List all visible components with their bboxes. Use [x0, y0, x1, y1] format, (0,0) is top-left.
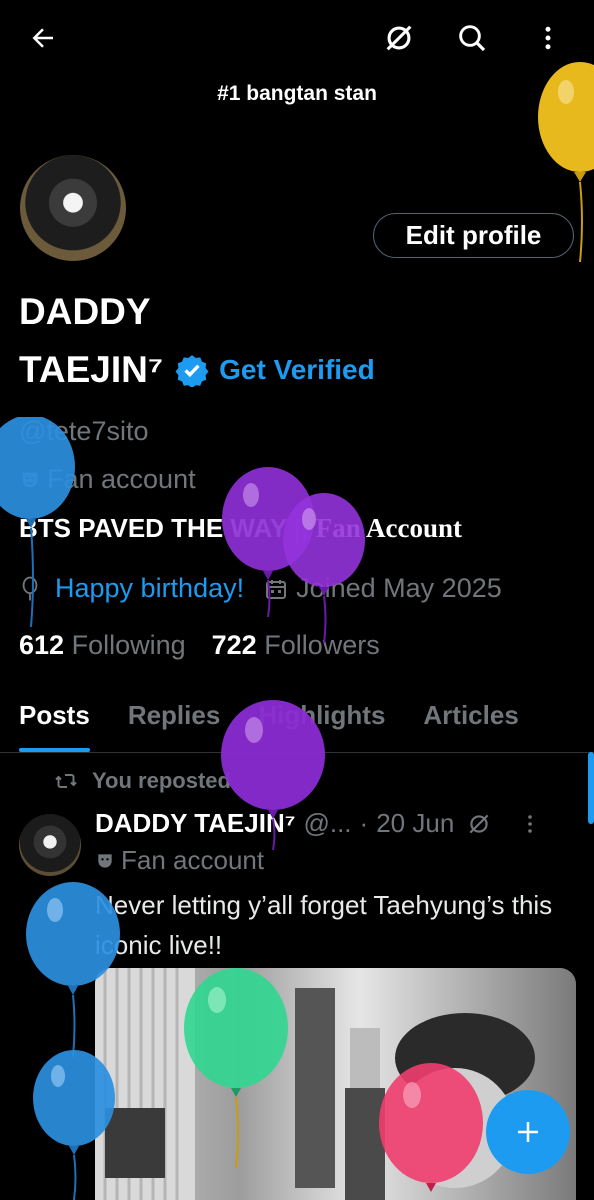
repost-icon	[55, 774, 77, 788]
following-count: 612	[19, 630, 65, 660]
yellow-balloon	[538, 62, 594, 262]
post-separator: ·	[359, 808, 369, 838]
post-text: Never letting y’all forget Taehyung’s th…	[95, 890, 553, 960]
arrow-left-icon	[32, 28, 53, 48]
purple-balloon	[283, 493, 365, 643]
get-verified-link[interactable]: Get Verified	[219, 354, 375, 386]
compose-post-button[interactable]	[486, 1090, 570, 1174]
search-button[interactable]	[450, 16, 494, 60]
tab-label: Replies	[127, 700, 221, 730]
green-balloon	[184, 968, 288, 1168]
search-icon	[459, 25, 486, 52]
blue-balloon	[26, 882, 120, 1057]
grok-button[interactable]	[377, 16, 421, 60]
purple-balloon	[221, 700, 325, 850]
verified-badge-icon	[175, 355, 209, 387]
repost-indicator: You reposted	[54, 768, 231, 794]
blue-balloon	[33, 1050, 115, 1200]
back-button[interactable]	[21, 16, 65, 60]
post-author-avatar[interactable]	[19, 814, 81, 876]
theater-mask-icon	[98, 853, 112, 868]
more-options-button[interactable]	[526, 16, 570, 60]
active-tab-indicator	[19, 748, 90, 752]
followers-count: 722	[211, 630, 257, 660]
tab-posts[interactable]: Posts	[0, 700, 109, 752]
header-title: #1 bangtan stan	[217, 82, 377, 105]
more-vertical-icon	[545, 26, 551, 50]
display-name-line2: TAEJIN⁷	[19, 349, 164, 390]
profile-avatar[interactable]	[18, 153, 128, 263]
display-name-line1: DADDY	[19, 291, 151, 332]
tab-label: Posts	[19, 700, 90, 730]
following-label: Following	[71, 630, 186, 660]
repost-label: You reposted	[92, 768, 231, 793]
post-more-icon[interactable]	[518, 812, 542, 836]
scrollbar[interactable]	[588, 752, 594, 824]
birthday-link[interactable]: Happy birthday!	[55, 573, 244, 604]
display-name-row: TAEJIN⁷ Get Verified	[19, 342, 375, 398]
plus-icon	[518, 1122, 538, 1142]
tab-label: Articles	[423, 700, 519, 730]
grok-icon[interactable]	[466, 811, 492, 837]
post-date: 20 Jun	[376, 808, 455, 838]
tab-articles[interactable]: Articles	[404, 700, 537, 752]
pink-balloon	[379, 1063, 483, 1192]
following-link[interactable]: 612 Following	[19, 630, 186, 661]
blue-balloon	[0, 417, 75, 627]
grok-icon	[386, 25, 412, 51]
